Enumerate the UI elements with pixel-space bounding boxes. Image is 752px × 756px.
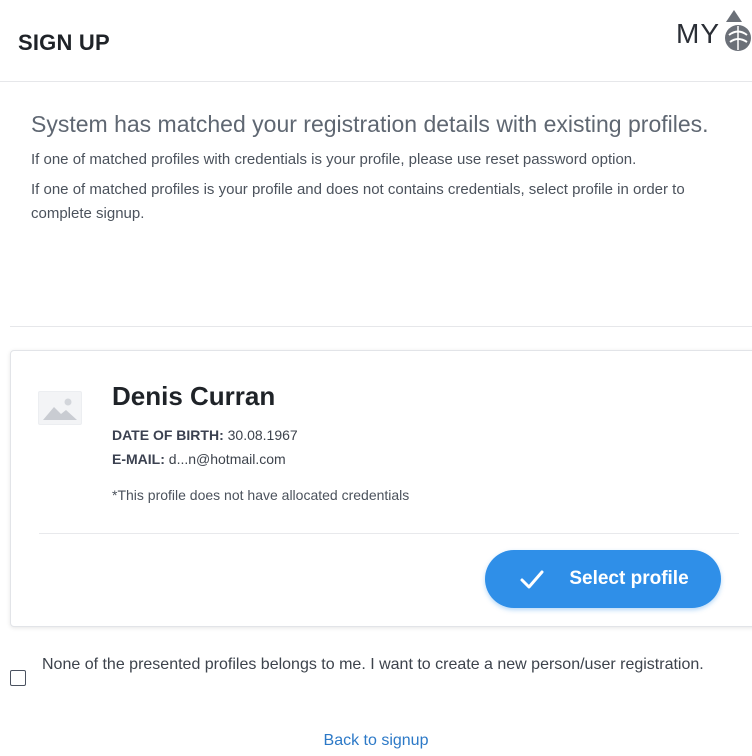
image-placeholder-icon bbox=[38, 391, 82, 425]
none-option-label[interactable]: None of the presented profiles belongs t… bbox=[42, 652, 752, 678]
credentials-note: *This profile does not have allocated cr… bbox=[112, 487, 410, 503]
none-checkbox[interactable] bbox=[10, 670, 26, 686]
shell-logo-icon bbox=[725, 10, 751, 51]
profile-name: Denis Curran bbox=[112, 381, 276, 411]
email-label: E-MAIL: bbox=[112, 451, 165, 467]
match-info: System has matched your registration det… bbox=[31, 106, 746, 232]
email-row: E-MAIL: d...n@hotmail.com bbox=[112, 451, 286, 467]
logo: MY bbox=[676, 8, 752, 54]
select-hint: If one of matched profiles is your profi… bbox=[31, 181, 685, 222]
select-profile-button[interactable]: Select profile bbox=[485, 550, 721, 608]
page-title: SIGN UP bbox=[18, 30, 110, 55]
reset-hint: If one of matched profiles with credenti… bbox=[31, 151, 637, 168]
logo-text: MY bbox=[676, 18, 720, 49]
divider bbox=[10, 326, 752, 327]
dob-label: DATE OF BIRTH: bbox=[112, 427, 224, 443]
match-message: System has matched your registration det… bbox=[31, 111, 709, 137]
header: SIGN UP MY bbox=[0, 0, 752, 82]
profile-card: Denis Curran DATE OF BIRTH: 30.08.1967 E… bbox=[10, 350, 752, 627]
select-profile-label: Select profile bbox=[569, 568, 689, 589]
email-value: d...n@hotmail.com bbox=[168, 451, 286, 467]
dob-row: DATE OF BIRTH: 30.08.1967 bbox=[112, 427, 298, 443]
back-to-signup-link[interactable]: Back to signup bbox=[0, 732, 752, 750]
dob-value: 30.08.1967 bbox=[227, 427, 298, 443]
checkmark-icon bbox=[520, 570, 544, 589]
card-divider bbox=[39, 533, 739, 534]
